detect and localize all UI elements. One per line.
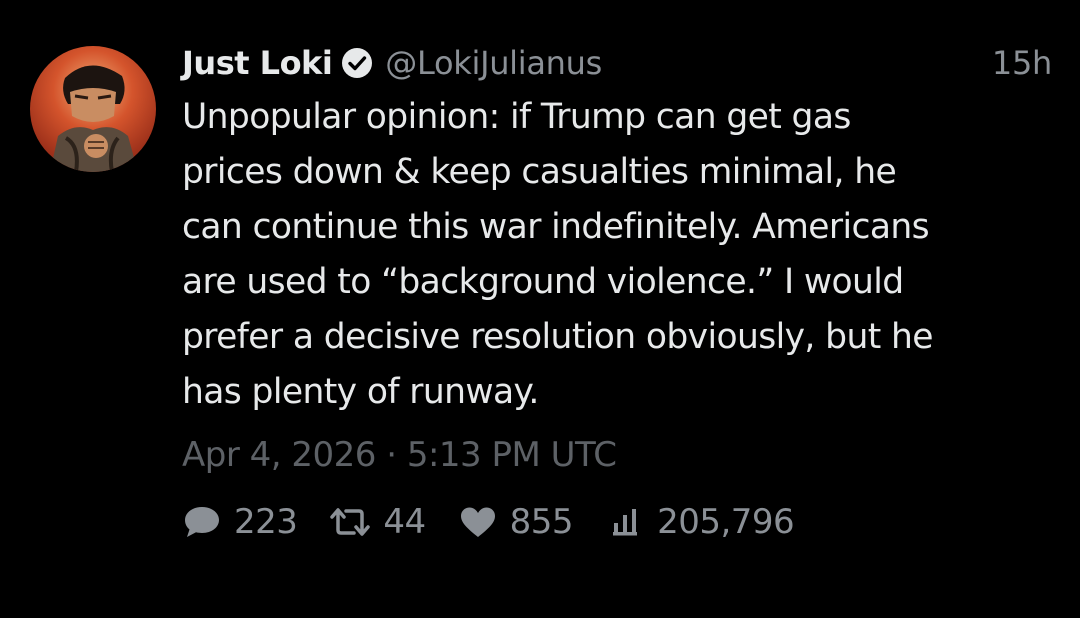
tweet-text-line: prefer a decisive resolution obviously, … — [182, 317, 934, 357]
tweet-text-line: has plenty of runway. — [182, 372, 539, 412]
verified-check-icon — [341, 47, 373, 79]
avatar[interactable] — [30, 46, 156, 172]
bar-chart-icon — [613, 509, 638, 536]
tweet-text-line: Unpopular opinion: if Trump can get gas — [182, 97, 851, 137]
tweet-content: Just Loki @LokiJulianus 15h Unpopular op… — [182, 38, 1052, 544]
time-ago[interactable]: 15h — [992, 44, 1052, 82]
anime-character-avatar — [30, 46, 156, 172]
tweet-text: Unpopular opinion: if Trump can get gas … — [182, 90, 1052, 420]
speech-bubble-icon — [185, 507, 219, 537]
handle[interactable]: @LokiJulianus — [385, 44, 602, 82]
like-count: 855 — [509, 502, 574, 542]
display-name[interactable]: Just Loki — [182, 44, 333, 82]
like-button[interactable]: 855 — [458, 502, 574, 542]
tweet-text-line: can continue this war indefinitely. Amer… — [182, 207, 930, 247]
reply-button[interactable]: 223 — [182, 502, 298, 542]
views-button[interactable]: 205,796 — [605, 502, 795, 542]
tweet-actions: 223 44 855 205,796 — [182, 500, 1052, 544]
repost-count: 44 — [383, 502, 426, 542]
tweet-header: Just Loki @LokiJulianus 15h — [182, 38, 1052, 88]
heart-icon — [460, 507, 495, 537]
tweet-text-line: are used to “background violence.” I wou… — [182, 262, 904, 302]
repost-button[interactable]: 44 — [329, 502, 426, 542]
tweet-text-line: prices down & keep casualties minimal, h… — [182, 152, 897, 192]
reply-count: 223 — [234, 502, 298, 542]
tweet-timestamp[interactable]: Apr 4, 2026 · 5:13 PM UTC — [182, 430, 1052, 480]
tweet-card[interactable]: Just Loki @LokiJulianus 15h Unpopular op… — [0, 0, 1080, 618]
view-count: 205,796 — [657, 502, 795, 542]
retweet-arrows-icon — [330, 508, 371, 536]
